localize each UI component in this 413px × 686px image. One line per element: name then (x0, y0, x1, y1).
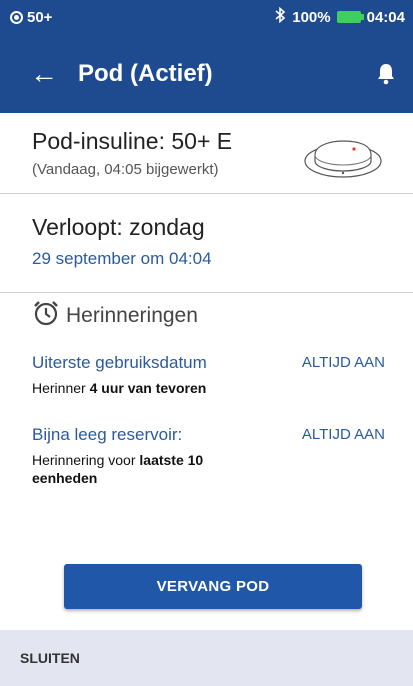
reminders-header: Herinneringen (32, 299, 413, 333)
footer-bar: SLUITEN (0, 630, 413, 686)
reminder-desc-text: Herinnering voor (32, 452, 140, 468)
expiry-date: 29 september om 04:04 (32, 249, 212, 268)
reminders-title: Herinneringen (66, 304, 198, 327)
divider (0, 193, 413, 194)
reminder-description: Herinnering voor laatste 10 eenheden (32, 451, 272, 487)
reminder-title: Uiterste gebruiksdatum (32, 353, 207, 372)
battery-percent: 100% (292, 8, 331, 26)
battery-icon (336, 11, 364, 23)
expiry-label: Verloopt: zondag (32, 214, 205, 240)
arrow-left-icon[interactable]: ← (30, 59, 58, 88)
expiry-section: Verloopt: zondag 29 september om 04:04 (0, 214, 413, 269)
reminder-desc-text: Herinner (32, 380, 90, 396)
bluetooth-icon (274, 6, 286, 27)
pod-status-indicator: 50+ (10, 9, 52, 26)
reminder-status: ALTIJD AAN (301, 354, 385, 371)
reminder-title: Bijna leeg reservoir: (32, 425, 183, 444)
close-button[interactable]: SLUITEN (20, 650, 80, 666)
pod-icon (10, 10, 23, 24)
pod-status-text: 50+ (27, 8, 53, 26)
divider (0, 292, 413, 293)
reminder-item: Uiterste gebruiksdatum ALTIJD AAN Herinn… (32, 353, 413, 397)
reminder-description: Herinner 4 uur van tevoren (32, 379, 413, 397)
app-header: ← Pod (Actief) (0, 34, 413, 113)
reminder-item: Bijna leeg reservoir: ALTIJD AAN Herinne… (32, 425, 413, 487)
reminders-section: Herinneringen Uiterste gebruiksdatum ALT… (0, 299, 413, 487)
status-bar: 50+ 100% 04:04 (0, 0, 413, 34)
status-time: 04:04 (366, 8, 405, 26)
status-right: 100% 04:04 (274, 6, 405, 27)
alarm-clock-icon (32, 299, 60, 333)
page-title: Pod (Actief) (78, 59, 213, 87)
pod-device-icon (301, 135, 383, 186)
reminder-desc-bold: 4 uur van tevoren (89, 380, 207, 396)
reminder-status: ALTIJD AAN (301, 426, 385, 443)
bell-icon[interactable] (377, 63, 395, 85)
replace-pod-button[interactable]: VERVANG POD (64, 564, 362, 609)
